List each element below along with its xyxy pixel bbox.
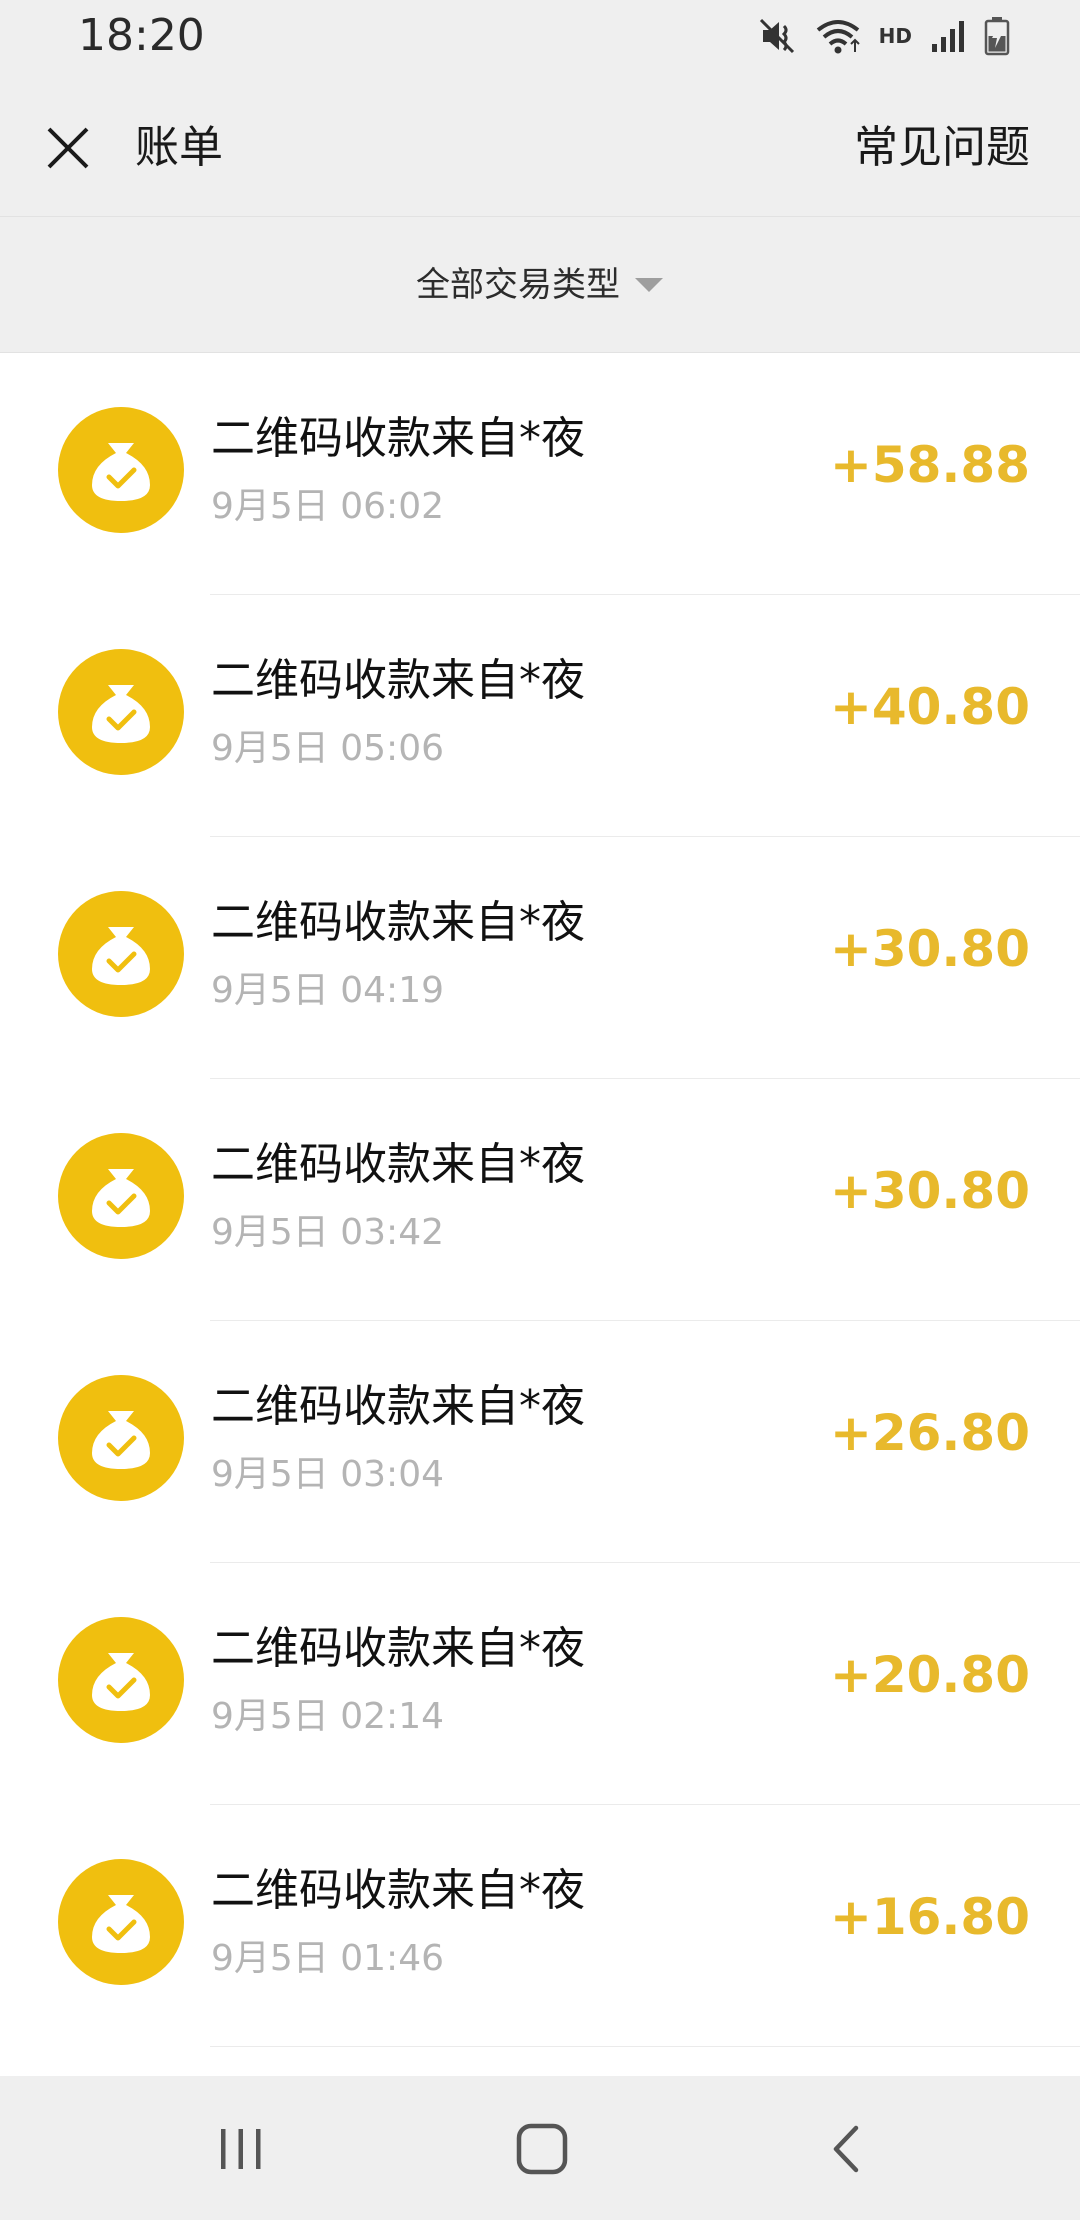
transaction-time: 9月5日 02:14: [211, 1696, 444, 1737]
transaction-title: 二维码收款来自*夜: [211, 1139, 585, 1190]
money-bag-icon: [58, 649, 184, 775]
page-title: 账单: [135, 122, 223, 173]
faq-link[interactable]: 常见问题: [854, 116, 1030, 180]
transaction-amount: +40.80: [829, 678, 1030, 736]
money-bag-icon: [58, 891, 184, 1017]
money-bag-icon: [58, 1617, 184, 1743]
transaction-amount: +30.80: [829, 1162, 1030, 1220]
transaction-row[interactable]: 二维码收款来自*夜 9月5日 01:46 +16.80: [0, 1805, 1080, 2047]
transaction-type-dropdown[interactable]: 全部交易类型: [416, 265, 664, 305]
transaction-title: 二维码收款来自*夜: [211, 1865, 585, 1916]
recents-button[interactable]: [201, 2114, 281, 2184]
transaction-row[interactable]: 二维码收款来自*夜 9月5日 06:02 +58.88: [0, 353, 1080, 595]
transaction-type-label: 全部交易类型: [416, 264, 620, 305]
transaction-time: 9月5日 06:02: [211, 486, 444, 527]
home-button[interactable]: [502, 2114, 582, 2184]
transaction-row[interactable]: 二维码收款来自*夜 9月5日 03:42 +30.80: [0, 1079, 1080, 1321]
money-bag-icon: [58, 1859, 184, 1985]
transaction-row[interactable]: 二维码收款来自*夜 9月5日 03:04 +26.80: [0, 1321, 1080, 1563]
transaction-title: 二维码收款来自*夜: [211, 897, 585, 948]
back-icon: [833, 2125, 859, 2173]
app-header: 账单 常见问题: [0, 72, 1080, 217]
status-time: 18:20: [78, 10, 205, 61]
transaction-time: 9月5日 01:46: [211, 1938, 444, 1979]
recents-icon: [221, 2129, 261, 2169]
transaction-title: 二维码收款来自*夜: [211, 655, 585, 706]
caret-down-icon: [635, 277, 663, 292]
close-icon: [47, 127, 89, 169]
transaction-time: 9月5日 03:04: [211, 1454, 444, 1495]
close-button[interactable]: [36, 116, 100, 180]
transaction-row[interactable]: 二维码收款来自*夜 9月5日 02:14 +20.80: [0, 1563, 1080, 1805]
money-bag-icon: [58, 1133, 184, 1259]
transaction-row[interactable]: 二维码收款来自*夜 9月5日 04:19 +30.80: [0, 837, 1080, 1079]
mute-icon: [759, 18, 794, 54]
status-icons: HD: [757, 14, 1010, 58]
filter-bar: 全部交易类型: [0, 217, 1080, 353]
system-nav-bar: [0, 2076, 1080, 2220]
transaction-amount: +58.88: [829, 436, 1030, 494]
transaction-title: 二维码收款来自*夜: [211, 1381, 585, 1432]
transaction-time: 9月5日 03:42: [211, 1212, 444, 1253]
transaction-title: 二维码收款来自*夜: [211, 1623, 585, 1674]
transaction-time: 9月5日 04:19: [211, 970, 444, 1011]
transaction-row[interactable]: 二维码收款来自*夜 9月5日 05:06 +40.80: [0, 595, 1080, 837]
signal-icon: [932, 21, 964, 52]
money-bag-icon: [58, 407, 184, 533]
wifi-icon: [816, 20, 860, 54]
transaction-amount: +16.80: [829, 1888, 1030, 1946]
transaction-amount: +26.80: [829, 1404, 1030, 1462]
network-type-label: HD: [878, 24, 912, 48]
battery-charging-icon: [984, 17, 1010, 56]
status-bar: 18:20 HD: [0, 0, 1080, 72]
transaction-amount: +30.80: [829, 920, 1030, 978]
money-bag-icon: [58, 1375, 184, 1501]
transaction-amount: +20.80: [829, 1646, 1030, 1704]
transaction-time: 9月5日 05:06: [211, 728, 444, 769]
transaction-title: 二维码收款来自*夜: [211, 413, 585, 464]
transaction-list: 二维码收款来自*夜 9月5日 06:02 +58.88 二维码收款来自*夜 9月…: [0, 353, 1080, 2047]
home-icon: [516, 2123, 568, 2175]
back-button[interactable]: [806, 2114, 886, 2184]
